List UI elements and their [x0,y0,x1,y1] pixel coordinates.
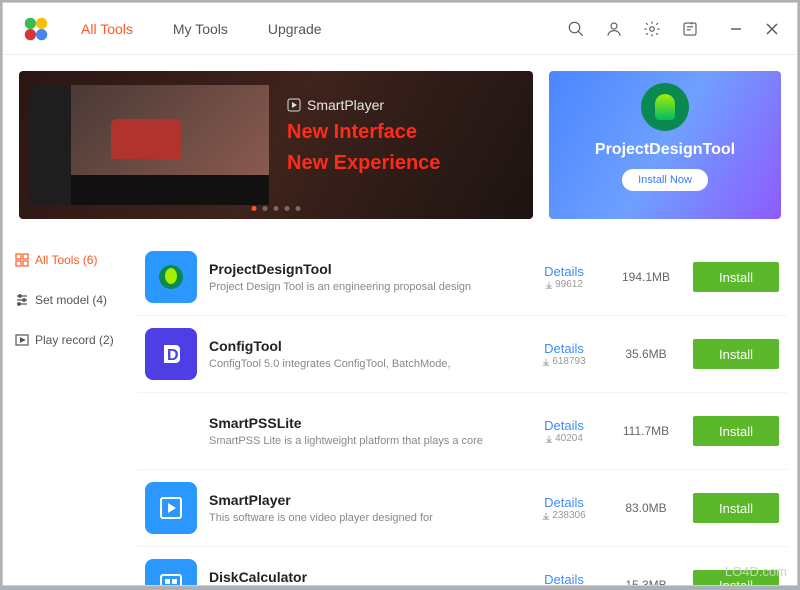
install-button[interactable]: Install [693,339,779,369]
install-button[interactable]: Install [693,262,779,292]
app-icon [145,251,197,303]
download-icon [542,358,550,366]
details-link[interactable]: Details [529,572,599,585]
banner2-install-button[interactable]: Install Now [622,169,708,191]
titlebar: All Tools My Tools Upgrade [3,3,797,55]
app-info: SmartPSSLite SmartPSS Lite is a lightwei… [209,415,517,447]
app-size: 83.0MB [611,501,681,515]
sidebar: All Tools (6) Set model (4) Play record … [3,235,133,585]
app-size: 35.6MB [611,347,681,361]
app-size: 15.3MB [611,578,681,585]
app-details-col: Details 99612 [529,264,599,290]
app-description: This software is one video player design… [209,512,517,524]
feedback-icon[interactable] [681,20,699,38]
banner-brand-label: SmartPlayer [307,97,384,113]
sidebar-item-label: All Tools (6) [35,253,97,267]
dot-1[interactable] [252,206,257,211]
app-icon [145,482,197,534]
dot-2[interactable] [263,206,268,211]
dot-5[interactable] [296,206,301,211]
app-size: 194.1MB [611,270,681,284]
download-icon [542,512,550,520]
app-icon [145,405,197,457]
app-details-col: Details 121794 [529,572,599,585]
app-row: ProjectDesignTool Project Design Tool is… [137,239,787,316]
app-info: DiskCalculator This tool can calculate H… [209,569,517,585]
app-info: ConfigTool ConfigTool 5.0 integrates Con… [209,338,517,370]
sidebar-item-label: Play record (2) [35,333,114,347]
grid-icon [15,253,29,267]
app-window: All Tools My Tools Upgrade SmartPla [2,2,798,586]
app-description: Project Design Tool is an engineering pr… [209,281,517,293]
promo-banner-smartplayer[interactable]: SmartPlayer New Interface New Experience [19,71,533,219]
dot-3[interactable] [274,206,279,211]
banner2-title: ProjectDesignTool [595,141,735,159]
sidebar-item-play-record[interactable]: Play record (2) [9,329,127,351]
app-row: D ConfigTool ConfigTool 5.0 integrates C… [137,316,787,393]
app-details-col: Details 40204 [529,418,599,444]
sidebar-item-all-tools[interactable]: All Tools (6) [9,249,127,271]
window-controls [729,22,779,36]
settings-icon[interactable] [643,20,661,38]
banner-video-thumbnail [29,85,269,205]
banner-line1: New Interface [287,121,440,144]
banner-brand: SmartPlayer [287,97,440,113]
app-icon: D [145,328,197,380]
app-row: SmartPlayer This software is one video p… [137,470,787,547]
search-icon[interactable] [567,20,585,38]
app-row: SmartPSSLite SmartPSS Lite is a lightwei… [137,393,787,470]
app-icon [145,559,197,585]
app-name: DiskCalculator [209,569,517,585]
details-link[interactable]: Details [529,341,599,356]
dot-4[interactable] [285,206,290,211]
banner-row: SmartPlayer New Interface New Experience… [3,55,797,235]
install-button[interactable]: Install [693,416,779,446]
app-description: ConfigTool 5.0 integrates ConfigTool, Ba… [209,358,517,370]
details-link[interactable]: Details [529,495,599,510]
details-link[interactable]: Details [529,264,599,279]
tab-upgrade[interactable]: Upgrade [268,21,322,37]
app-list[interactable]: ProjectDesignTool Project Design Tool is… [133,235,797,585]
download-count: 238306 [529,510,599,521]
user-icon[interactable] [605,20,623,38]
main-area: All Tools (6) Set model (4) Play record … [3,235,797,585]
app-info: SmartPlayer This software is one video p… [209,492,517,524]
close-button[interactable] [765,22,779,36]
minimize-button[interactable] [729,22,743,36]
download-icon [545,435,553,443]
sidebar-item-label: Set model (4) [35,293,107,307]
watermark: LO4D.com [725,564,787,579]
tab-my-tools[interactable]: My Tools [173,21,228,37]
app-name: SmartPSSLite [209,415,517,431]
header-icons [567,20,699,38]
tab-all-tools[interactable]: All Tools [81,21,133,37]
app-details-col: Details 618793 [529,341,599,367]
download-icon [545,281,553,289]
install-button[interactable]: Install [693,493,779,523]
header-tabs: All Tools My Tools Upgrade [81,21,322,37]
sliders-icon [15,293,29,307]
app-row: DiskCalculator This tool can calculate H… [137,547,787,585]
app-name: ConfigTool [209,338,517,354]
app-info: ProjectDesignTool Project Design Tool is… [209,261,517,293]
play-icon [287,98,301,112]
download-count: 618793 [529,356,599,367]
app-name: SmartPlayer [209,492,517,508]
projectdesign-icon [641,83,689,131]
app-logo [21,14,51,44]
svg-text:D: D [167,347,179,364]
download-count: 40204 [529,433,599,444]
details-link[interactable]: Details [529,418,599,433]
play-record-icon [15,333,29,347]
app-name: ProjectDesignTool [209,261,517,277]
banner-line2: New Experience [287,152,440,175]
app-description: SmartPSS Lite is a lightweight platform … [209,435,517,447]
download-count: 99612 [529,279,599,290]
banner-carousel-dots[interactable] [252,206,301,211]
promo-banner-projectdesign[interactable]: ProjectDesignTool Install Now [549,71,781,219]
app-size: 111.7MB [611,424,681,438]
sidebar-item-set-model[interactable]: Set model (4) [9,289,127,311]
app-details-col: Details 238306 [529,495,599,521]
